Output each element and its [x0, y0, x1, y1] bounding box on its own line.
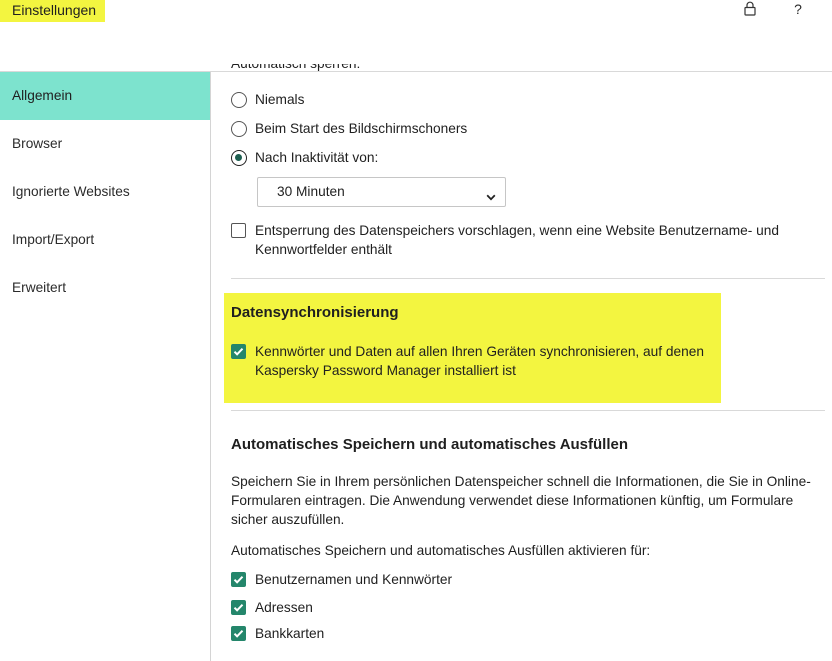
radio-button[interactable]	[231, 150, 247, 166]
checkbox[interactable]	[231, 223, 246, 238]
checkbox-label: Benutzernamen und Kennwörter	[255, 570, 452, 589]
label-line: Benutzernamen und Kennwörter	[255, 572, 453, 587]
radio-label: Niemals	[255, 92, 305, 107]
section-divider	[231, 278, 825, 279]
checkbox-label: Bankkarten	[255, 624, 324, 643]
section-divider	[231, 410, 825, 411]
autofill-enable-label: Automatisches Speichern und automatische…	[231, 541, 650, 560]
sidebar-item-allgemein[interactable]: Allgemein	[0, 72, 210, 120]
description-line: Speichern Sie in Ihrem persönlichen Date…	[231, 474, 811, 489]
autofill-description: Speichern Sie in Ihrem persönlichen Date…	[231, 472, 811, 529]
page-title: Einstellungen	[0, 0, 105, 22]
label-line: Kennwortfelder enthält	[255, 242, 392, 257]
sidebar-item-browser[interactable]: Browser	[0, 120, 210, 168]
enable-label-text: Automatisches Speichern und automatische…	[231, 543, 651, 558]
checkbox[interactable]	[231, 572, 246, 587]
select-value: 30 Minuten	[277, 184, 345, 199]
inactivity-duration-select[interactable]: 30 Minuten	[257, 177, 506, 207]
label-line: Entsperrung des Datenspeichers vorschlag…	[255, 223, 779, 238]
header-divider	[0, 71, 832, 72]
checkbox[interactable]	[231, 344, 246, 359]
check-icon	[233, 347, 243, 356]
checkbox-label: Adressen	[255, 598, 313, 617]
description-line: sicher auszufüllen.	[231, 512, 345, 527]
header: Einstellungen ?	[0, 0, 832, 64]
description-line: Formularen eintragen. Die Anwendung verw…	[231, 493, 794, 508]
sidebar-item-advanced[interactable]: Erweitert	[0, 264, 210, 312]
chevron-down-icon	[486, 189, 496, 201]
radio-label: Beim Start des Bildschirmschoners	[255, 121, 468, 136]
checkbox-label: Entsperrung des Datenspeichers vorschlag…	[255, 221, 779, 259]
label-line: Adressen	[255, 600, 313, 615]
checkbox-label: Kennwörter und Daten auf allen Ihren Ger…	[255, 342, 704, 380]
autofill-heading: Automatisches Speichern und automatische…	[231, 436, 629, 453]
lock-icon[interactable]	[743, 1, 757, 16]
radio-button[interactable]	[231, 121, 247, 137]
check-icon	[233, 575, 243, 584]
radio-button[interactable]	[231, 92, 247, 108]
sidebar-item-import-export[interactable]: Import/Export	[0, 216, 210, 264]
check-icon	[233, 603, 243, 612]
checkbox[interactable]	[231, 626, 246, 641]
settings-window: Einstellungen ? Allgemein Browser Ignori…	[0, 0, 832, 661]
sidebar-item-ignored-websites[interactable]: Ignorierte Websites	[0, 168, 210, 216]
help-icon[interactable]: ?	[790, 0, 806, 18]
radio-label: Nach Inaktivität von:	[255, 150, 379, 165]
check-icon	[233, 629, 243, 638]
label-line: Bankkarten	[255, 626, 325, 641]
label-line: Kaspersky Password Manager installiert i…	[255, 363, 516, 378]
sidebar: Allgemein Browser Ignorierte Websites Im…	[0, 72, 211, 661]
sync-heading: Datensynchronisierung	[231, 304, 399, 321]
checkbox[interactable]	[231, 600, 246, 615]
settings-content[interactable]: Automatisch sperren: Niemals Beim Start …	[211, 0, 832, 661]
label-line: Kennwörter und Daten auf allen Ihren Ger…	[255, 344, 704, 359]
